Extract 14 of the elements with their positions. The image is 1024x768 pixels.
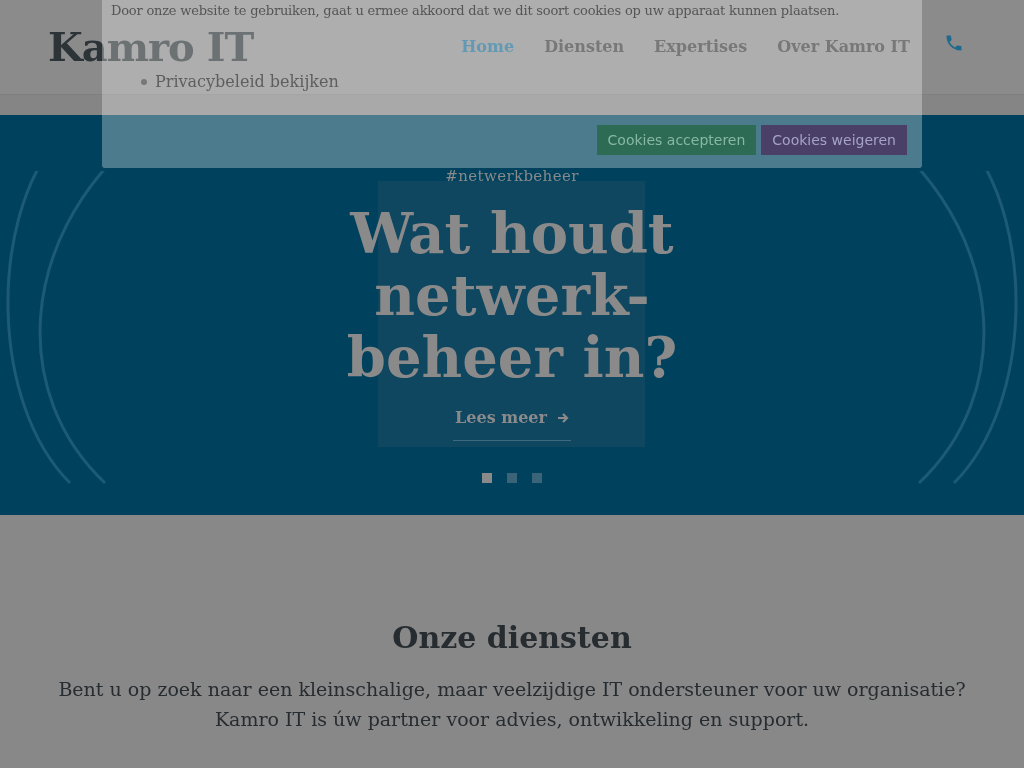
accept-cookies-button[interactable]: Cookies accepteren: [596, 125, 757, 155]
hero-tag: #netwerkbeheer: [445, 165, 579, 188]
read-more-link[interactable]: Lees meer: [453, 405, 571, 441]
site-logo[interactable]: Kamro IT: [48, 27, 254, 67]
bullet-icon: [141, 79, 147, 85]
decline-cookies-button[interactable]: Cookies weigeren: [761, 125, 907, 155]
arrow-right-icon: [556, 411, 569, 424]
cookie-message: Door onze website te gebruiken, gaat u ermee akkoord dat we dit soort cookies op uw apparaat kunnen plaatsen.: [111, 2, 841, 20]
hero-title: Wat houdt netwerk-beheer in?: [345, 201, 679, 388]
phone-icon[interactable]: [944, 33, 964, 53]
section-heading: Onze diensten: [392, 619, 632, 657]
nav-link[interactable]: Home: [461, 35, 515, 59]
section-intro: Bent u op zoek naar een kleinschalige, maar veelzijdige IT ondersteuner voor uw organisatie? Kamro IT is úw partner voor advies, ontwikkeling en support.: [57, 677, 967, 732]
privacy-link[interactable]: Privacybeleid bekijken: [155, 70, 339, 94]
